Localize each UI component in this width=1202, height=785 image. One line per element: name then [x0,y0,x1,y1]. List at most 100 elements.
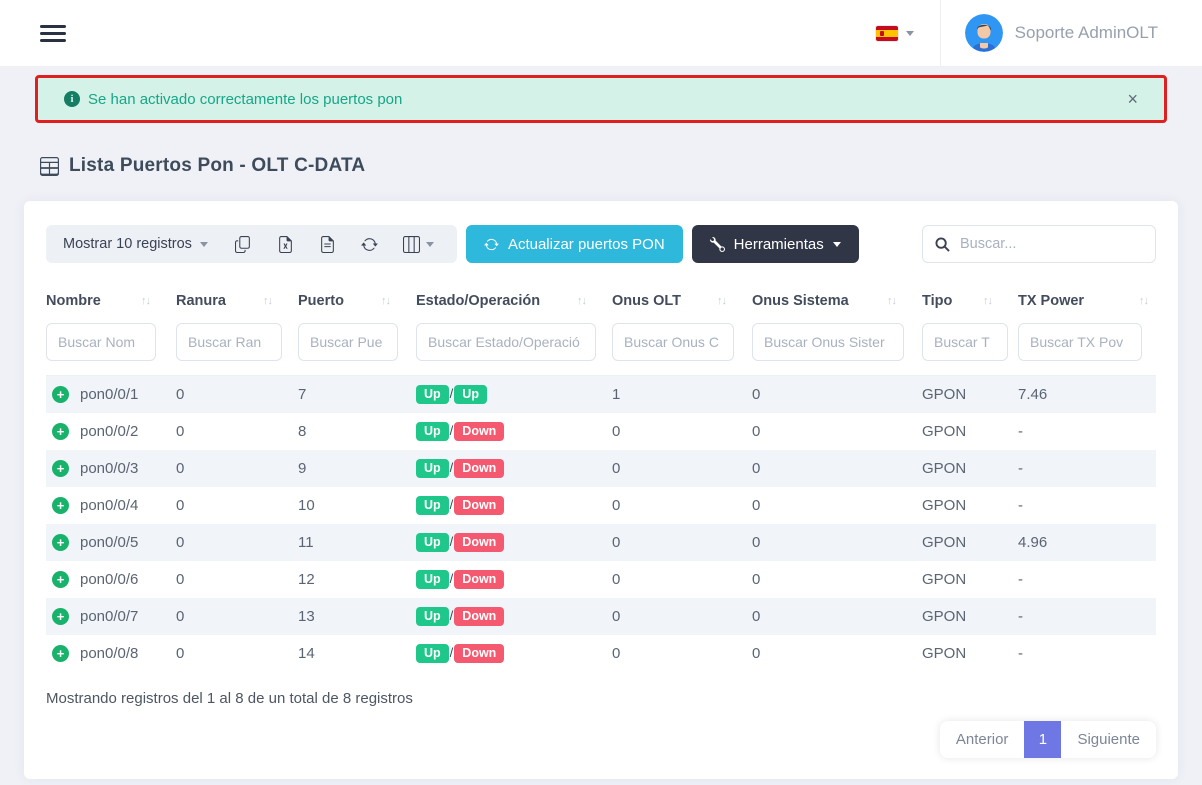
cell-tipo: GPON [922,645,1018,662]
column-header-ranura[interactable]: Ranura↑↓ [176,293,298,309]
excel-file-icon [277,236,294,253]
sort-icon[interactable]: ↑↓ [263,295,272,307]
cell-puerto: 14 [298,645,416,662]
cell-puerto: 8 [298,423,416,440]
cell-estado-operacion: Up/Down [416,570,612,590]
menu-toggle-icon[interactable] [40,21,66,46]
cell-onus-sistema: 0 [752,423,922,440]
column-header-onus-sistema[interactable]: Onus Sistema↑↓ [752,293,922,309]
cell-tx-power: - [1018,460,1156,477]
expand-row-icon[interactable]: + [52,386,69,403]
port-name: pon0/0/5 [80,534,138,551]
column-header-onus-olt[interactable]: Onus OLT↑↓ [612,293,752,309]
table-row: + pon0/0/1 0 7 Up/Up 1 0 GPON 7.46 [46,376,1156,413]
filter-tx-power-input[interactable] [1018,323,1142,361]
operation-badge: Up [454,385,487,405]
export-excel-button[interactable] [271,232,300,257]
column-visibility-dropdown[interactable] [397,232,440,257]
previous-page-button[interactable]: Anterior [940,721,1025,758]
table-controls-group: Mostrar 10 registros [46,225,457,263]
column-header-tx-power[interactable]: TX Power↑↓ [1018,293,1156,309]
chevron-down-icon [833,242,841,247]
user-menu[interactable]: Soporte AdminOLT [941,14,1158,52]
filter-tipo-input[interactable] [922,323,1008,361]
columns-icon [403,236,420,253]
sort-icon[interactable]: ↑↓ [717,295,726,307]
cell-onus-olt: 0 [612,571,752,588]
filter-onus-sistema-input[interactable] [752,323,904,361]
status-badge: Up [416,422,449,442]
sort-icon[interactable]: ↑↓ [141,295,150,307]
expand-row-icon[interactable]: + [52,423,69,440]
global-search [922,225,1156,263]
tools-dropdown-button[interactable]: Herramientas [692,225,859,263]
chevron-down-icon [906,31,914,36]
column-header-puerto[interactable]: Puerto↑↓ [298,293,416,309]
port-name: pon0/0/2 [80,423,138,440]
cell-ranura: 0 [176,460,298,477]
sort-icon[interactable]: ↑↓ [577,295,586,307]
cell-ranura: 0 [176,386,298,403]
success-alert: i Se han activado correctamente los puer… [35,75,1167,123]
cell-onus-olt: 0 [612,608,752,625]
column-header-tipo[interactable]: Tipo↑↓ [922,293,1018,309]
update-pon-ports-button[interactable]: Actualizar puertos PON [466,225,683,263]
cell-ranura: 0 [176,423,298,440]
expand-row-icon[interactable]: + [52,460,69,477]
sort-icon[interactable]: ↑↓ [983,295,992,307]
status-badge: Up [416,385,449,405]
page-title-text: Lista Puertos Pon - OLT C-DATA [69,155,365,177]
operation-badge: Down [454,644,504,664]
table-body: + pon0/0/1 0 7 Up/Up 1 0 GPON 7.46 + pon… [46,376,1156,672]
expand-row-icon[interactable]: + [52,497,69,514]
alert-message: Se han activado correctamente los puerto… [88,91,402,108]
top-navbar: Soporte AdminOLT [0,0,1202,67]
cell-onus-sistema: 0 [752,460,922,477]
cell-onus-olt: 1 [612,386,752,403]
badge-separator: / [450,534,454,549]
cell-onus-sistema: 0 [752,534,922,551]
reload-table-button[interactable] [355,232,384,257]
column-header-estado-operacion[interactable]: Estado/Operación↑↓ [416,293,612,309]
search-input[interactable] [960,236,1143,252]
filter-estado-operacion-input[interactable] [416,323,596,361]
pon-ports-card: Mostrar 10 registros Actualizar puer [24,201,1178,779]
cell-onus-olt: 0 [612,460,752,477]
records-info: Mostrando registros del 1 al 8 de un tot… [46,690,1156,707]
table-row: + pon0/0/3 0 9 Up/Down 0 0 GPON - [46,450,1156,487]
cell-estado-operacion: Up/Down [416,533,612,553]
filter-onus-olt-input[interactable] [612,323,734,361]
filter-ranura-input[interactable] [176,323,282,361]
badge-separator: / [450,608,454,623]
cell-onus-olt: 0 [612,497,752,514]
close-icon[interactable]: × [1127,90,1138,108]
filter-puerto-input[interactable] [298,323,398,361]
export-file-button[interactable] [313,232,342,257]
column-header-nombre[interactable]: Nombre↑↓ [46,293,176,309]
chevron-down-icon [426,242,434,247]
next-page-button[interactable]: Siguiente [1061,721,1156,758]
cell-onus-sistema: 0 [752,571,922,588]
port-name: pon0/0/8 [80,645,138,662]
status-badge: Up [416,570,449,590]
sort-icon[interactable]: ↑↓ [887,295,896,307]
spain-flag-icon [876,26,898,41]
cell-tipo: GPON [922,423,1018,440]
expand-row-icon[interactable]: + [52,645,69,662]
filter-nombre-input[interactable] [46,323,156,361]
show-entries-dropdown[interactable]: Mostrar 10 registros [63,236,208,252]
expand-row-icon[interactable]: + [52,571,69,588]
status-badge: Up [416,607,449,627]
language-dropdown[interactable] [850,26,940,41]
copy-button[interactable] [229,232,258,257]
expand-row-icon[interactable]: + [52,534,69,551]
sort-icon[interactable]: ↑↓ [1139,295,1148,307]
cell-tx-power: - [1018,497,1156,514]
current-page-button[interactable]: 1 [1024,721,1061,758]
expand-row-icon[interactable]: + [52,608,69,625]
sort-icon[interactable]: ↑↓ [381,295,390,307]
cell-puerto: 9 [298,460,416,477]
operation-badge: Down [454,496,504,516]
avatar [965,14,1003,52]
copy-icon [235,236,252,253]
